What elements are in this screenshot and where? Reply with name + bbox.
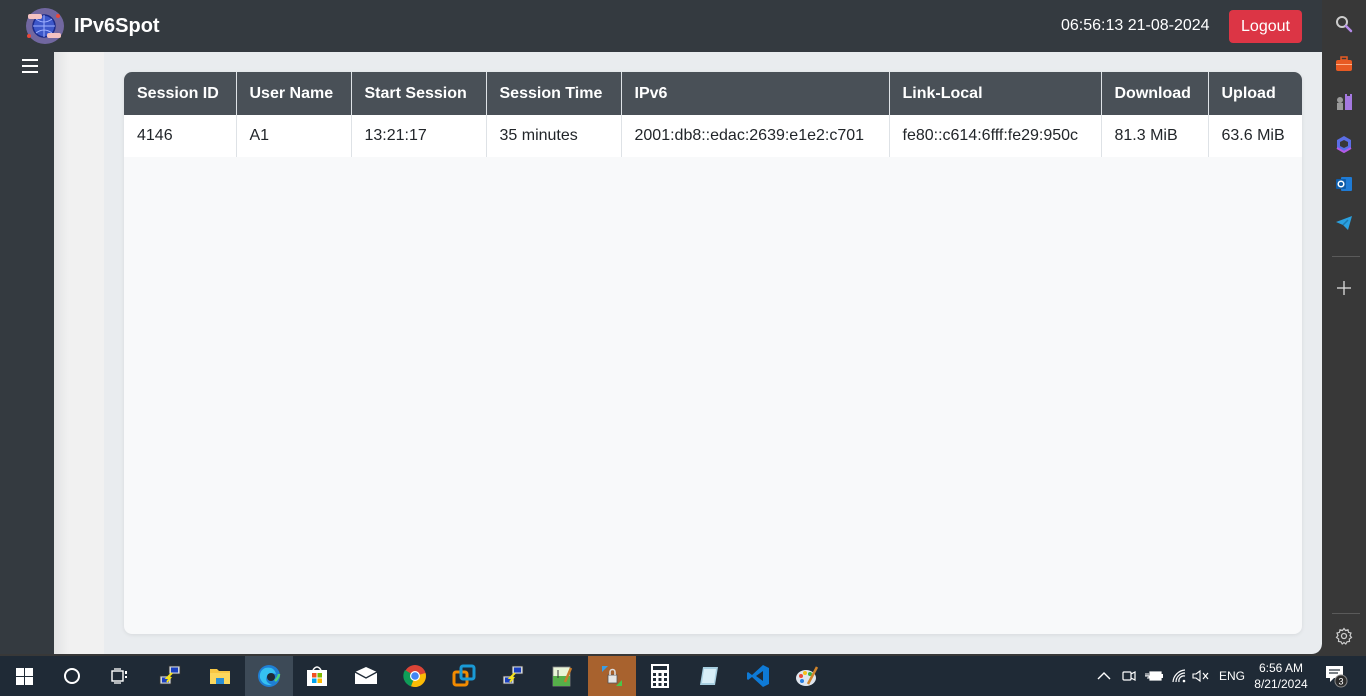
app-logo — [23, 6, 65, 46]
app-header: IPv6Spot 06:56:13 21-08-2024 Logout — [0, 0, 1322, 52]
cell-start-session: 13:21:17 — [351, 115, 487, 157]
search-icon[interactable] — [1334, 14, 1354, 34]
chrome-icon[interactable] — [391, 656, 439, 696]
column-header-session-time: Session Time — [486, 72, 622, 115]
telegram-icon[interactable] — [1334, 213, 1354, 233]
show-hidden-icons-icon[interactable] — [1097, 656, 1111, 696]
sessions-table: Session ID User Name Start Session Sessi… — [124, 72, 1302, 157]
microsoft-store-icon[interactable] — [293, 656, 341, 696]
cell-upload: 63.6 MiB — [1208, 115, 1302, 157]
putty-icon-2[interactable] — [489, 656, 537, 696]
table-row: 4146 A1 13:21:17 35 minutes 2001:db8::ed… — [124, 115, 1302, 157]
column-header-upload: Upload — [1208, 72, 1302, 115]
settings-icon[interactable] — [1334, 626, 1354, 646]
cell-user-name: A1 — [236, 115, 352, 157]
column-header-user-name: User Name — [236, 72, 352, 115]
copilot-icon[interactable] — [1334, 134, 1354, 154]
cell-session-id: 4146 — [124, 115, 237, 157]
app-sidebar — [0, 52, 54, 654]
paint-icon[interactable] — [783, 656, 831, 696]
datetime-display: 06:56:13 21-08-2024 — [1061, 17, 1210, 34]
column-header-start-session: Start Session — [351, 72, 487, 115]
task-view-icon[interactable] — [96, 656, 144, 696]
system-time: 6:56 AM — [1258, 661, 1304, 675]
column-header-download: Download — [1101, 72, 1209, 115]
logout-button[interactable]: Logout — [1229, 10, 1302, 43]
main-content: Session ID User Name Start Session Sessi… — [104, 52, 1322, 654]
cortana-search-icon[interactable] — [48, 656, 96, 696]
brand-name: IPv6Spot — [74, 15, 160, 37]
browser-sidebar — [1322, 0, 1366, 654]
notepad-icon[interactable] — [685, 656, 733, 696]
mail-icon[interactable] — [342, 656, 390, 696]
cell-download: 81.3 MiB — [1101, 115, 1209, 157]
wifi-icon[interactable] — [1171, 656, 1187, 696]
browser-viewport: IPv6Spot 06:56:13 21-08-2024 Logout Sess… — [0, 0, 1322, 654]
hamburger-menu-icon[interactable] — [22, 59, 38, 75]
toolbox-icon[interactable] — [1334, 54, 1354, 74]
putty-icon[interactable] — [146, 656, 194, 696]
column-header-ipv6: IPv6 — [621, 72, 890, 115]
camera-icon[interactable] — [1122, 656, 1136, 696]
vpn-lock-icon[interactable] — [588, 656, 636, 696]
cell-session-time: 35 minutes — [486, 115, 622, 157]
sidebar-divider — [1332, 613, 1360, 614]
battery-plugged-icon[interactable] — [1145, 656, 1163, 696]
system-date: 8/21/2024 — [1254, 677, 1308, 691]
calculator-icon[interactable] — [636, 656, 684, 696]
cell-link-local: fe80::c614:6fff:fe29:950c — [889, 115, 1102, 157]
outlook-icon[interactable] — [1334, 174, 1354, 194]
cell-ipv6: 2001:db8::edac:2639:e1e2:c701 — [621, 115, 890, 157]
sidebar-divider — [1332, 256, 1360, 257]
column-header-link-local: Link-Local — [889, 72, 1102, 115]
notepad-plus-plus-icon[interactable] — [538, 656, 586, 696]
input-language[interactable]: ENG — [1219, 656, 1245, 696]
notification-count: 3 — [1338, 677, 1343, 687]
sessions-card: Session ID User Name Start Session Sessi… — [124, 72, 1302, 634]
edge-browser-icon[interactable] — [245, 656, 293, 696]
column-header-session-id: Session ID — [124, 72, 237, 115]
vscode-icon[interactable] — [734, 656, 782, 696]
file-explorer-icon[interactable] — [196, 656, 244, 696]
volume-muted-icon[interactable] — [1192, 656, 1210, 696]
chess-icon[interactable] — [1334, 93, 1354, 113]
add-icon[interactable] — [1334, 278, 1354, 298]
table-header-row: Session ID User Name Start Session Sessi… — [124, 72, 1302, 115]
windows-taskbar: ENG 6:56 AM 8/21/2024 3 — [0, 656, 1366, 696]
vmware-icon[interactable] — [440, 656, 488, 696]
content-gutter — [54, 52, 104, 654]
action-center-icon[interactable]: 3 — [1324, 656, 1350, 696]
start-button-icon[interactable] — [0, 656, 48, 696]
system-clock[interactable]: 6:56 AM 8/21/2024 — [1248, 660, 1314, 692]
